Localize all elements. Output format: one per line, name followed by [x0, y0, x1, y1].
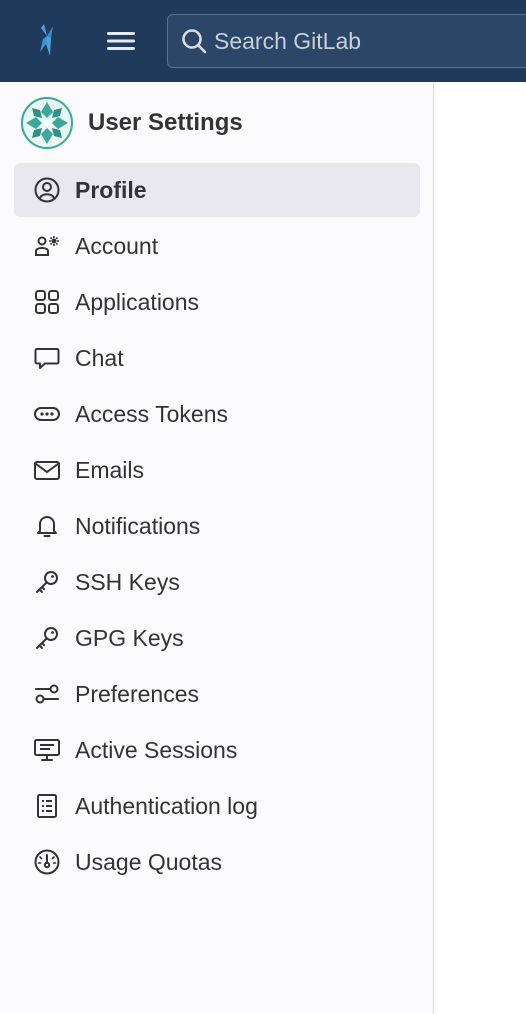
sidebar-item-authentication-log[interactable]: Authentication log: [14, 779, 420, 833]
sidebar-nav: Profile Account Applications Chat Access: [14, 163, 420, 891]
sidebar-item-ssh-keys[interactable]: SSH Keys: [14, 555, 420, 609]
sidebar-item-account[interactable]: Account: [14, 219, 420, 273]
hamburger-menu-icon: [107, 32, 135, 50]
search-icon: [182, 29, 207, 54]
sidebar-item-emails[interactable]: Emails: [14, 443, 420, 497]
sidebar-item-label: Authentication log: [75, 792, 258, 819]
sidebar-item-label: Profile: [75, 176, 147, 203]
log-icon: [33, 792, 61, 820]
user-settings-sidebar: User Settings Profile Account Applicatio…: [0, 82, 434, 1014]
preferences-icon: [33, 680, 61, 708]
sidebar-item-notifications[interactable]: Notifications: [14, 499, 420, 553]
sidebar-item-label: SSH Keys: [75, 568, 180, 595]
sidebar-item-profile[interactable]: Profile: [14, 163, 420, 217]
user-avatar: [20, 96, 74, 150]
sidebar-item-usage-quotas[interactable]: Usage Quotas: [14, 835, 420, 889]
sidebar-context-title: User Settings: [88, 109, 243, 136]
sidebar-item-gpg-keys[interactable]: GPG Keys: [14, 611, 420, 665]
sidebar-item-label: GPG Keys: [75, 624, 184, 651]
main-menu-button[interactable]: [100, 23, 142, 59]
sidebar-item-access-tokens[interactable]: Access Tokens: [14, 387, 420, 441]
sidebar-item-label: Applications: [75, 288, 200, 315]
search-input[interactable]: [214, 27, 514, 55]
sidebar-item-label: Preferences: [75, 680, 200, 707]
sidebar-item-label: Emails: [75, 456, 145, 483]
top-bar: [0, 0, 526, 82]
token-icon: [33, 400, 61, 428]
sidebar-context-header[interactable]: User Settings: [20, 96, 243, 150]
sidebar-item-label: Access Tokens: [75, 400, 228, 427]
sidebar-item-label: Account: [75, 232, 159, 259]
key-icon: [33, 568, 61, 596]
sidebar-item-applications[interactable]: Applications: [14, 275, 420, 329]
applications-icon: [33, 288, 61, 316]
key-icon: [33, 624, 61, 652]
gitlab-logo-icon[interactable]: [32, 22, 62, 58]
sidebar-item-chat[interactable]: Chat: [14, 331, 420, 385]
chat-icon: [33, 344, 61, 372]
sidebar-item-label: Active Sessions: [75, 736, 238, 763]
sidebar-item-preferences[interactable]: Preferences: [14, 667, 420, 721]
gauge-icon: [33, 848, 61, 876]
profile-icon: [33, 176, 61, 204]
sidebar-item-active-sessions[interactable]: Active Sessions: [14, 723, 420, 777]
search-box[interactable]: [167, 14, 526, 68]
mail-icon: [33, 456, 61, 484]
monitor-icon: [33, 736, 61, 764]
sidebar-item-label: Notifications: [75, 512, 201, 539]
sidebar-item-label: Usage Quotas: [75, 848, 223, 875]
bell-icon: [33, 512, 61, 540]
sidebar-item-label: Chat: [75, 344, 124, 371]
account-icon: [33, 232, 61, 260]
